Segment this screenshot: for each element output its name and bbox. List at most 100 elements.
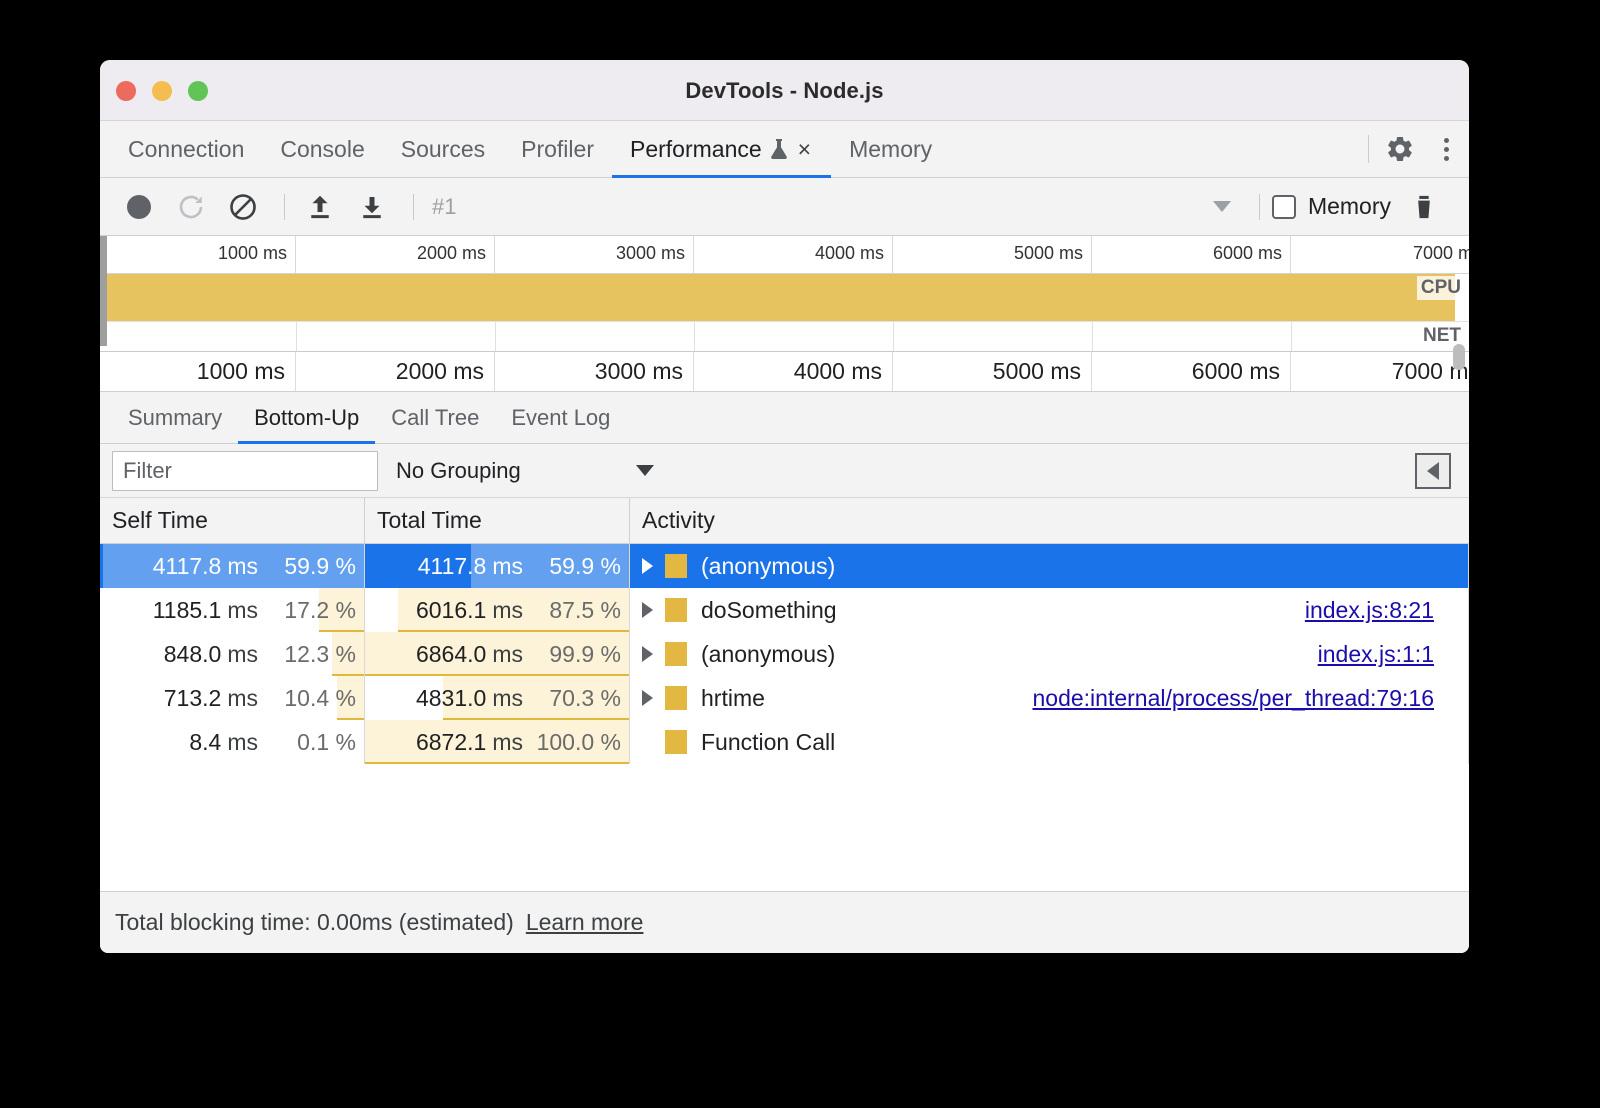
source-location-link[interactable]: node:internal/process/per_thread:79:16 — [1032, 685, 1434, 712]
load-profile-button[interactable] — [297, 184, 343, 230]
ruler-tick: 3000 ms — [495, 236, 694, 273]
delete-recording-button[interactable] — [1401, 184, 1447, 230]
toolbar-divider-2 — [413, 194, 414, 220]
cpu-usage-band — [100, 274, 1455, 321]
source-location-link[interactable]: index.js:8:21 — [1305, 597, 1434, 624]
time-unit: ms — [227, 729, 258, 756]
time-value: 4831.0 — [416, 685, 486, 712]
source-location-link[interactable]: index.js:1:1 — [1318, 641, 1434, 668]
checkbox-icon — [1272, 195, 1296, 219]
tab-label: Connection — [128, 136, 244, 163]
table-row[interactable]: 713.2ms10.4 %4831.0ms70.3 %hrtimenode:in… — [100, 676, 1469, 720]
tab-summary[interactable]: Summary — [112, 392, 238, 443]
column-header-self-time[interactable]: Self Time — [100, 498, 365, 543]
activity-name: (anonymous) — [701, 641, 835, 668]
cell-activity: (anonymous) index.js:1:1 — [630, 632, 1469, 676]
time-value: 6016.1 — [416, 597, 486, 624]
overview-window-left-handle[interactable] — [100, 236, 107, 346]
time-value: 713.2 — [164, 685, 222, 712]
cell-activity: Function Call — [630, 720, 1469, 764]
table-row[interactable]: 4117.8ms59.9 %4117.8ms59.9 %(anonymous) — [100, 544, 1469, 588]
ruler-tick: 4000 ms — [694, 352, 893, 391]
table-row[interactable]: 8.4ms0.1 %6872.1ms100.0 %Function Call — [100, 720, 1469, 764]
table-row[interactable]: 848.0ms12.3 %6864.0ms99.9 %(anonymous)in… — [100, 632, 1469, 676]
activity-name: doSomething — [701, 597, 837, 624]
net-gridline — [495, 322, 496, 351]
filter-input[interactable] — [112, 451, 378, 491]
net-gridline — [1092, 322, 1093, 351]
bottom-up-table: Self Time Total Time Activity 4117.8ms59… — [100, 498, 1469, 891]
time-value: 1185.1 — [153, 597, 222, 624]
ruler-tick: 6000 ms — [1092, 352, 1291, 391]
ruler-tick: 1000 ms — [100, 352, 296, 391]
activity-color-swatch — [665, 642, 687, 666]
tab-connection[interactable]: Connection — [110, 121, 262, 177]
learn-more-link[interactable]: Learn more — [526, 909, 644, 936]
net-gridline — [1291, 322, 1292, 351]
time-value: 6864.0 — [416, 641, 486, 668]
disclosure-triangle-icon[interactable] — [642, 646, 653, 662]
tab-profiler[interactable]: Profiler — [503, 121, 612, 177]
close-tab-icon[interactable]: × — [796, 138, 813, 161]
disclosure-triangle-icon[interactable] — [642, 558, 653, 574]
cell-total-time: 6864.0ms99.9 % — [365, 632, 630, 676]
tab-sources[interactable]: Sources — [383, 121, 503, 177]
recording-selector[interactable]: #1 — [432, 194, 456, 220]
net-gridline — [694, 322, 695, 351]
tab-event-log[interactable]: Event Log — [495, 392, 626, 443]
time-unit: ms — [227, 553, 258, 580]
timeline-ruler-bottom: 1000 ms 2000 ms 3000 ms 4000 ms 5000 ms … — [100, 352, 1469, 392]
ruler-tick: 6000 ms — [1092, 236, 1291, 273]
disclosure-triangle-icon[interactable] — [642, 602, 653, 618]
tab-console[interactable]: Console — [262, 121, 382, 177]
net-gridline — [893, 322, 894, 351]
reload-icon — [176, 192, 206, 222]
activity-name: (anonymous) — [701, 553, 835, 580]
time-unit: ms — [492, 641, 523, 668]
tab-label: Memory — [849, 136, 932, 163]
ruler-tick: 1000 ms — [100, 236, 296, 273]
ruler-tick: 2000 ms — [296, 236, 495, 273]
save-profile-button[interactable] — [349, 184, 395, 230]
collapse-sidebar-button[interactable] — [1415, 453, 1451, 489]
memory-label: Memory — [1308, 193, 1391, 220]
record-icon — [127, 195, 151, 219]
status-footer: Total blocking time: 0.00ms (estimated) … — [100, 891, 1469, 953]
ruler-tick: 5000 ms — [893, 236, 1092, 273]
time-unit: ms — [492, 553, 523, 580]
time-unit: ms — [227, 597, 258, 624]
ruler-tick: 7000 ms — [1291, 236, 1469, 273]
tab-memory[interactable]: Memory — [831, 121, 950, 177]
grouping-label: No Grouping — [396, 458, 636, 484]
collapse-sidebar-icon — [1427, 462, 1439, 480]
timeline-overview[interactable]: 1000 ms 2000 ms 3000 ms 4000 ms 5000 ms … — [100, 236, 1469, 392]
disclosure-triangle-icon[interactable] — [642, 690, 653, 706]
settings-button[interactable] — [1377, 121, 1423, 177]
column-header-activity[interactable]: Activity — [630, 498, 1469, 543]
time-percent: 100.0 % — [523, 729, 621, 756]
grouping-dropdown[interactable]: No Grouping — [396, 458, 654, 484]
time-value: 8.4 — [189, 729, 221, 756]
time-unit: ms — [492, 729, 523, 756]
more-options-button[interactable] — [1423, 121, 1469, 177]
ruler-tick: 2000 ms — [296, 352, 495, 391]
column-header-total-time[interactable]: Total Time — [365, 498, 630, 543]
tab-label: Bottom-Up — [254, 405, 359, 431]
tab-label: Sources — [401, 136, 485, 163]
chevron-down-icon[interactable] — [1213, 201, 1231, 212]
table-row[interactable]: 1185.1ms17.2 %6016.1ms87.5 %doSomethingi… — [100, 588, 1469, 632]
reload-and-record-button[interactable] — [168, 184, 214, 230]
memory-checkbox[interactable]: Memory — [1272, 193, 1391, 220]
clear-recording-button[interactable] — [220, 184, 266, 230]
upload-profile-icon — [305, 192, 335, 222]
window-titlebar: DevTools - Node.js — [100, 60, 1469, 121]
tab-performance[interactable]: Performance × — [612, 121, 831, 177]
cell-total-time: 6872.1ms100.0 % — [365, 720, 630, 764]
tab-bottom-up[interactable]: Bottom-Up — [238, 392, 375, 443]
time-unit: ms — [227, 685, 258, 712]
tab-call-tree[interactable]: Call Tree — [375, 392, 495, 443]
devtools-window: DevTools - Node.js Connection Console So… — [100, 60, 1469, 953]
record-button[interactable] — [116, 184, 162, 230]
timeline-scrollbar-thumb[interactable] — [1453, 344, 1465, 370]
cell-self-time: 713.2ms10.4 % — [100, 676, 365, 720]
